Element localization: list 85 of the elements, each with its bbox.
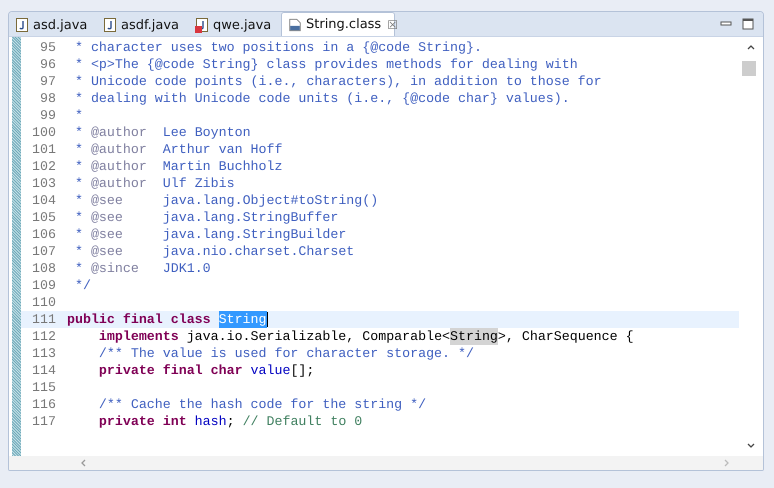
field-name: value [250, 362, 290, 379]
code-comment: Ulf Zibis [162, 175, 235, 192]
code-keyword: private int [98, 413, 188, 430]
code-comment: * [74, 124, 84, 141]
code-comment: /** The value is used for character storage. */ [98, 345, 474, 362]
line-number: 106 [31, 226, 56, 243]
code-comment: * [74, 260, 84, 277]
occurrence-highlight: String [450, 328, 498, 345]
code-comment: * character uses two positions in a {@code String}. [74, 39, 482, 56]
close-tab-button[interactable]: ☒ [387, 18, 398, 32]
code-comment: Arthur van Hoff [162, 141, 282, 158]
code-comment: * [74, 141, 84, 158]
code-keyword: implements [98, 328, 180, 345]
class-file-icon [288, 16, 302, 32]
line-number: 113 [31, 345, 56, 362]
editor-tab[interactable]: qwe.java [189, 14, 281, 36]
javadoc-tag: @since [90, 260, 139, 277]
code-comment: java.lang.StringBuilder [162, 226, 346, 243]
line-number: 101 [31, 141, 56, 158]
line-number: 105 [31, 209, 56, 226]
code-comment: Lee Boynton [162, 124, 251, 141]
editor-tab[interactable]: asdf.java [97, 14, 189, 36]
code-comment: /** Cache the hash code for the string */ [98, 396, 426, 413]
code-comment: * dealing with Unicode code units (i.e., {@code char} values). [74, 90, 570, 107]
scroll-left-icon[interactable] [79, 458, 87, 468]
line-number: 100 [31, 124, 56, 141]
line-number: 103 [31, 175, 56, 192]
code-comment: * [74, 107, 83, 124]
java-file-icon [103, 17, 117, 33]
editor-tab[interactable]: asd.java [9, 14, 97, 36]
line-number: 112 [31, 328, 56, 345]
maximize-icon[interactable] [741, 17, 755, 31]
code-text: []; [290, 362, 314, 379]
code-text: >, CharSequence { [498, 328, 634, 345]
line-number: 104 [31, 192, 56, 209]
code-comment: * Unicode code points (i.e., characters), in addition to those for [74, 73, 602, 90]
code-comment: Martin Buchholz [162, 158, 282, 175]
scrollbar-thumb[interactable] [742, 61, 756, 76]
code-comment: * [74, 192, 84, 209]
line-number: 115 [31, 379, 56, 396]
javadoc-tag: @see [90, 192, 123, 209]
javadoc-tag: @author [90, 141, 147, 158]
javadoc-tag: @see [90, 243, 123, 260]
code-comment: java.lang.StringBuffer [162, 209, 338, 226]
code-keyword: public final class [67, 311, 212, 328]
javadoc-tag: @see [90, 209, 123, 226]
code-comment: JDK1.0 [162, 260, 211, 277]
line-number: 102 [31, 158, 56, 175]
javadoc-tag: @see [90, 226, 123, 243]
java-file-icon [15, 17, 29, 33]
java-file-icon [195, 17, 209, 33]
line-comment: // Default to 0 [242, 413, 362, 430]
code-comment: * [74, 243, 84, 260]
line-number: 109 [31, 277, 56, 294]
line-number: 95 [39, 39, 56, 56]
code-comment: * [74, 226, 84, 243]
code-comment: * <p>The {@code String} class provides methods for dealing with [74, 56, 578, 73]
line-number: 108 [31, 260, 56, 277]
code-text: ; [226, 413, 236, 430]
javadoc-tag: @author [90, 175, 147, 192]
line-number: 110 [31, 294, 56, 311]
field-name: hash [194, 413, 227, 430]
code-comment: java.lang.Object#toString() [162, 192, 378, 209]
line-number: 97 [39, 73, 56, 90]
selected-text: String [218, 311, 266, 328]
line-number: 116 [31, 396, 56, 413]
line-number: 117 [31, 413, 56, 430]
scroll-down-icon[interactable] [746, 442, 756, 450]
line-number: 98 [39, 90, 56, 107]
line-number: 99 [39, 107, 56, 124]
code-comment: * [74, 175, 84, 192]
javadoc-tag: @author [90, 124, 147, 141]
code-comment: java.nio.charset.Charset [162, 243, 354, 260]
scroll-up-icon[interactable] [746, 43, 756, 51]
code-keyword: private final char [98, 362, 244, 379]
javadoc-tag: @author [90, 158, 147, 175]
line-number: 107 [31, 243, 56, 260]
line-number: 114 [31, 362, 56, 379]
code-comment: */ [74, 277, 91, 294]
line-number: 96 [39, 56, 56, 73]
code-comment: * [74, 209, 84, 226]
line-number: 111 [31, 311, 56, 328]
code-comment: * [74, 158, 84, 175]
code-text: java.io.Serializable, Comparable< [186, 328, 450, 345]
editor-tab[interactable]: String.class ☒ [281, 12, 395, 36]
